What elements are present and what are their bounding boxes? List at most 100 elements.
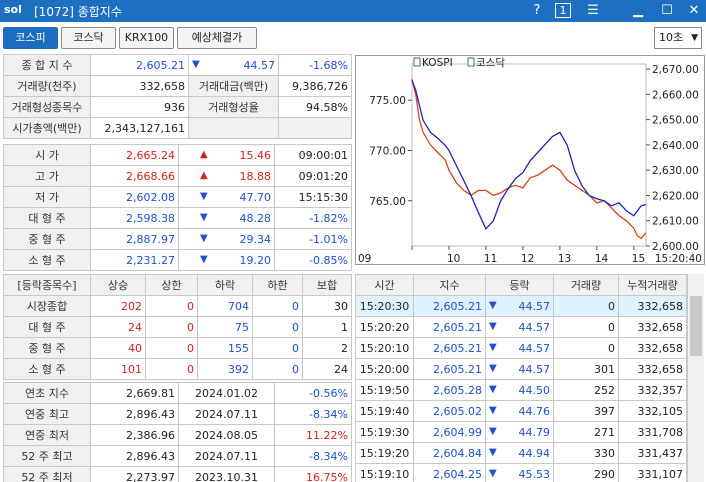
breadth-header: 상한: [145, 274, 198, 296]
yearly-value: 2,386.96: [90, 424, 179, 446]
traded-rate-value: 94.58%: [278, 96, 352, 118]
traded-count-label: 거래형성종목수: [3, 96, 91, 118]
breadth-down: 392: [197, 358, 253, 380]
yearly-rate: 11.22%: [274, 424, 352, 446]
tick-index: 2,604.84: [413, 442, 486, 464]
price-label: 저 가: [3, 186, 91, 208]
price-change-value: 47.70: [239, 190, 272, 204]
tick-row[interactable]: 15:19:20 2,604.84 ▼ 44.94 330 331,437: [355, 442, 687, 464]
tick-volume: 301: [553, 358, 619, 380]
market-cap-label: 시가총액(백만): [3, 117, 91, 139]
breadth-lower-limit: 0: [252, 316, 303, 338]
ticks-scrollbar[interactable]: [687, 274, 704, 482]
traded-count-value: 936: [90, 96, 189, 118]
breadth-header: 상승: [90, 274, 146, 296]
price-change-value: 48.28: [239, 211, 272, 225]
x-tick-label: 11: [484, 253, 497, 265]
yearly-date: 2024.08.05: [178, 424, 275, 446]
yearly-value: 2,896.43: [90, 403, 179, 425]
tick-volume: 290: [553, 463, 619, 482]
breadth-upper-limit: 0: [145, 295, 198, 317]
breadth-lower-limit: 0: [252, 358, 303, 380]
ticks-header: 누적거래량: [618, 274, 687, 296]
breadth-label: 소 형 주: [3, 358, 91, 380]
tick-row[interactable]: 15:19:30 2,604.99 ▼ 44.79 271 331,708: [355, 421, 687, 443]
breadth-header: [등락종목수]: [3, 274, 91, 296]
breadth-down: 75: [197, 316, 253, 338]
series-line-kospi: [411, 79, 647, 240]
down-arrow-icon: ▼: [200, 232, 208, 244]
price-change: ▼ 29.34: [178, 228, 275, 250]
breadth-flat: 30: [302, 295, 352, 317]
price-extra: 09:01:20: [274, 165, 352, 187]
down-arrow-icon: ▼: [489, 299, 497, 311]
tick-row[interactable]: 15:20:10 2,605.21 ▼ 44.57 0 332,658: [355, 337, 687, 359]
tick-change: ▼ 44.57: [485, 316, 554, 338]
tick-time: 15:20:00: [355, 358, 414, 380]
tick-row[interactable]: 15:20:20 2,605.21 ▼ 44.57 0 332,658: [355, 316, 687, 338]
y-right-tick-label: 2,600.00: [652, 241, 699, 253]
y-right-tick-label: 2,640.00: [652, 140, 699, 152]
tick-cum-volume: 331,437: [618, 442, 687, 464]
up-arrow-icon: ▲: [200, 169, 208, 181]
traded-rate-label: 거래형성율: [188, 96, 279, 118]
tick-volume: 0: [553, 295, 619, 317]
index-value: 2,605.21: [90, 54, 189, 76]
price-change-value: 19.20: [239, 253, 272, 267]
one-button[interactable]: 1: [555, 3, 571, 18]
scrollbar-thumb[interactable]: [690, 296, 702, 356]
tick-row[interactable]: 15:20:30 2,605.21 ▼ 44.57 0 332,658: [355, 295, 687, 317]
list-menu-icon[interactable]: ☰: [584, 2, 602, 19]
help-button[interactable]: ?: [530, 2, 544, 19]
yearly-row: 연중 최고 2,896.43 2024.07.11 -8.34%: [3, 403, 352, 425]
breadth-row: 대 형 주 24 0 75 0 1: [3, 316, 352, 338]
close-icon[interactable]: ✕: [686, 2, 702, 19]
title-bar: sol [1072] 종합지수 ? 1 ☰ ▁ ☐ ✕: [0, 0, 706, 22]
breadth-row: 중 형 주 40 0 155 0 2: [3, 337, 352, 359]
breadth-flat: 24: [302, 358, 352, 380]
price-extra: -0.85%: [274, 249, 352, 271]
price-value: 2,602.08: [90, 186, 179, 208]
tick-time: 15:20:10: [355, 337, 414, 359]
tick-change: ▼ 44.57: [485, 337, 554, 359]
interval-select[interactable]: 10초 ▼: [654, 27, 702, 49]
x-tick-label: 13: [558, 253, 571, 265]
tick-cum-volume: 332,658: [618, 358, 687, 380]
y-right-tick-label: 2,660.00: [652, 89, 699, 101]
tab-krx100[interactable]: KRX100: [119, 27, 174, 49]
ticks-header: 거래량: [553, 274, 619, 296]
tick-row[interactable]: 15:19:50 2,605.28 ▼ 44.50 252 332,357: [355, 379, 687, 401]
tick-change: ▼ 44.50: [485, 379, 554, 401]
breadth-up: 24: [90, 316, 146, 338]
maximize-icon[interactable]: ☐: [659, 2, 675, 19]
down-arrow-icon: ▼: [192, 58, 200, 70]
tick-change-value: 44.76: [518, 404, 551, 418]
tick-change: ▼ 44.94: [485, 442, 554, 464]
tick-change-value: 44.57: [518, 299, 551, 313]
tick-cum-volume: 331,708: [618, 421, 687, 443]
breadth-down: 155: [197, 337, 253, 359]
window-title: [1072] 종합지수: [34, 5, 122, 19]
empty-cell: [278, 117, 352, 139]
yearly-row: 연중 최저 2,386.96 2024.08.05 11.22%: [3, 424, 352, 446]
minimize-icon[interactable]: ▁: [630, 2, 646, 19]
tick-row[interactable]: 15:19:40 2,605.02 ▼ 44.76 397 332,105: [355, 400, 687, 422]
breadth-header: 보합: [302, 274, 352, 296]
y-left-tick-label: 770.00: [369, 145, 406, 157]
tab-kospi[interactable]: 코스피: [3, 27, 58, 49]
price-change: ▼ 48.28: [178, 207, 275, 229]
price-extra: -1.82%: [274, 207, 352, 229]
x-tick-label: 14: [595, 253, 609, 265]
price-extra: 15:15:30: [274, 186, 352, 208]
tab-kosdaq[interactable]: 코스닥: [61, 27, 116, 49]
breadth-upper-limit: 0: [145, 316, 198, 338]
price-value: 2,665.24: [90, 144, 179, 166]
legend-label: 코스닥: [476, 57, 505, 69]
tick-change-value: 44.79: [518, 425, 551, 439]
down-arrow-icon: ▼: [489, 425, 497, 437]
tick-row[interactable]: 15:19:10 2,604.25 ▼ 45.53 290 331,107: [355, 463, 687, 482]
tick-volume: 271: [553, 421, 619, 443]
tick-row[interactable]: 15:20:00 2,605.21 ▼ 44.57 301 332,658: [355, 358, 687, 380]
tab-expected-price[interactable]: 예상체결가: [177, 27, 257, 49]
tick-time: 15:19:30: [355, 421, 414, 443]
